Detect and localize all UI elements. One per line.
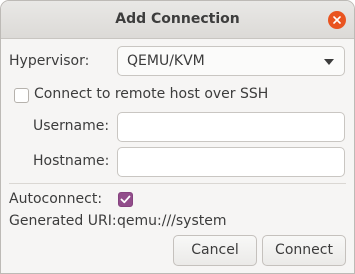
title-bar[interactable]: Add Connection bbox=[1, 1, 354, 39]
username-label: Username: bbox=[33, 118, 110, 134]
close-icon bbox=[333, 16, 341, 24]
add-connection-dialog: Add Connection Hypervisor: QEMU/KVM Conn… bbox=[0, 0, 355, 274]
hypervisor-dropdown[interactable]: QEMU/KVM bbox=[117, 46, 345, 76]
dialog-title: Add Connection bbox=[115, 11, 240, 27]
hostname-field[interactable] bbox=[117, 147, 345, 177]
hypervisor-value: QEMU/KVM bbox=[127, 53, 205, 69]
checkmark-icon bbox=[120, 195, 131, 204]
remote-host-checkbox[interactable] bbox=[14, 88, 29, 103]
uri-label: Generated URI: bbox=[9, 213, 117, 229]
username-field[interactable] bbox=[117, 112, 345, 142]
connect-button[interactable]: Connect bbox=[262, 235, 346, 266]
autoconnect-label: Autoconnect: bbox=[9, 191, 103, 207]
hypervisor-label: Hypervisor: bbox=[9, 53, 90, 69]
chevron-down-icon bbox=[324, 59, 334, 65]
remote-host-label[interactable]: Connect to remote host over SSH bbox=[34, 86, 268, 102]
separator bbox=[9, 183, 346, 184]
uri-value: qemu:///system bbox=[117, 213, 227, 229]
autoconnect-checkbox[interactable] bbox=[118, 192, 133, 207]
close-button[interactable] bbox=[328, 11, 346, 29]
cancel-button[interactable]: Cancel bbox=[173, 235, 257, 266]
hostname-label: Hostname: bbox=[33, 153, 110, 169]
